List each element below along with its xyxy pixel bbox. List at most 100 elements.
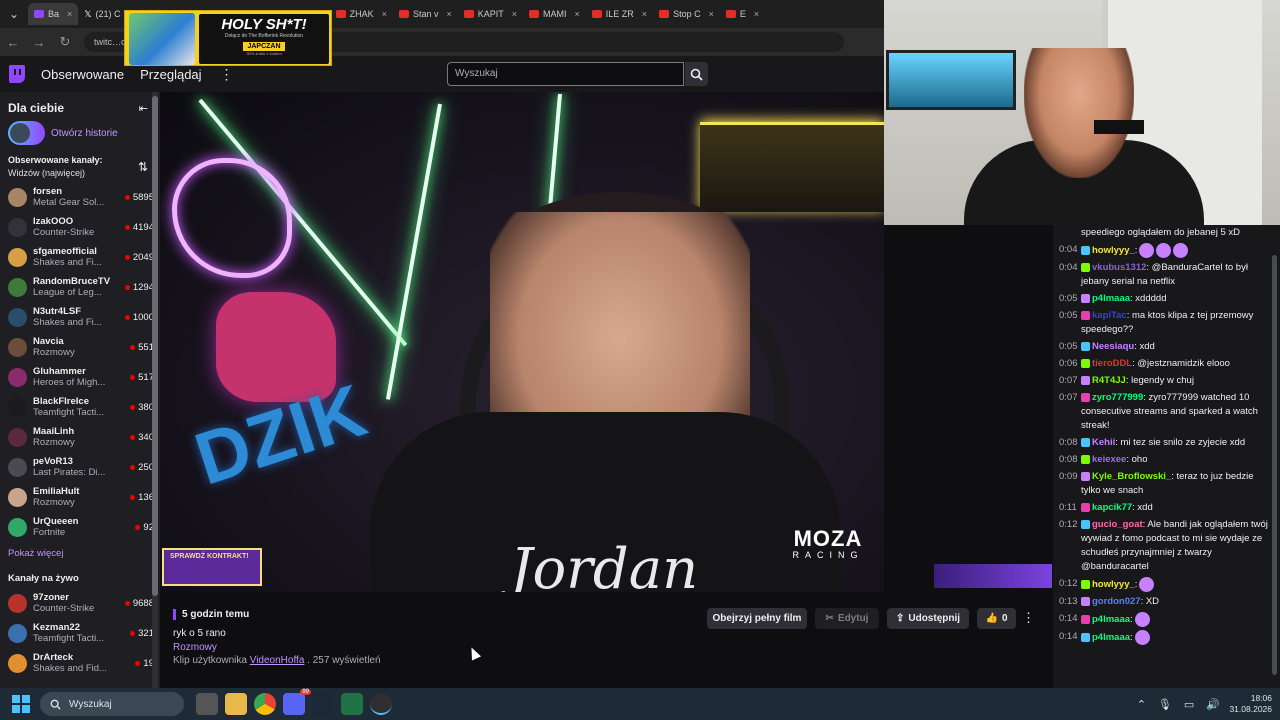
followed-sort-label: Widzów (najwięcej) bbox=[8, 168, 86, 178]
live-dot-icon bbox=[130, 434, 136, 440]
browser-tab[interactable]: Stan v × bbox=[393, 3, 458, 25]
sidebar-scrollbar[interactable] bbox=[152, 92, 158, 688]
avatar bbox=[8, 307, 27, 327]
chat-username[interactable]: p4lmaaa bbox=[1092, 614, 1130, 625]
close-tab-icon[interactable]: × bbox=[382, 9, 387, 19]
sidebar-channel[interactable]: forsen Metal Gear Sol... 5895 bbox=[0, 182, 160, 212]
sidebar-channel[interactable]: Kezman22 Teamfight Tacti... 321 bbox=[0, 618, 160, 648]
discord-icon[interactable]: 99 bbox=[283, 689, 311, 715]
browser-tab[interactable]: KAPIT × bbox=[458, 3, 523, 25]
chat-text: speediego oglądałem do jebanej 5 xD bbox=[1081, 227, 1240, 238]
close-tab-icon[interactable]: × bbox=[754, 9, 759, 19]
collapse-sidebar-icon[interactable]: ⇤ bbox=[139, 102, 148, 115]
stories-button[interactable]: Otwórz historie bbox=[0, 115, 160, 145]
browser-tab[interactable]: ILE ZR × bbox=[586, 3, 653, 25]
search-input[interactable]: Wyszukaj bbox=[447, 62, 684, 86]
chat-username[interactable]: gucio_goat bbox=[1092, 519, 1143, 530]
close-tab-icon[interactable]: × bbox=[446, 9, 451, 19]
twitch-logo-icon[interactable] bbox=[9, 65, 25, 83]
chat-username[interactable]: Kyle_Broflowski_ bbox=[1092, 471, 1171, 482]
chat-username[interactable]: zyro777999 bbox=[1092, 392, 1143, 403]
volume-icon[interactable]: 🔊 bbox=[1206, 698, 1220, 711]
chat-scrollbar[interactable] bbox=[1272, 255, 1277, 675]
taskbar-clock[interactable]: 18:06 31.08.2026 bbox=[1229, 693, 1272, 715]
sidebar-channel[interactable]: RandomBruceTV League of Leg... 1294 bbox=[0, 272, 160, 302]
video-player[interactable]: DZIK Jordan bbox=[160, 92, 884, 592]
sidebar-channel[interactable]: peVoR13 Last Pirates: Di... 250 bbox=[0, 452, 160, 482]
chat-username[interactable]: vkubus1312 bbox=[1092, 262, 1146, 273]
more-options-icon[interactable]: ⋮ bbox=[220, 66, 234, 83]
watch-full-button[interactable]: Obejrzyj pełny film bbox=[707, 608, 807, 629]
chat-username[interactable]: R4T4JJ bbox=[1092, 375, 1126, 386]
live-dot-icon bbox=[130, 630, 136, 636]
microphone-icon[interactable]: 🎙 bbox=[1158, 698, 1172, 711]
clock-time: 18:06 bbox=[1250, 693, 1272, 703]
browser-tab[interactable]: MAMI × bbox=[523, 3, 586, 25]
nav-following[interactable]: Obserwowane bbox=[41, 67, 124, 82]
close-tab-icon[interactable]: × bbox=[642, 9, 647, 19]
chat-username[interactable]: Neesiaqu bbox=[1092, 341, 1134, 352]
sidebar-channel[interactable]: Navcia Rozmowy 551 bbox=[0, 332, 160, 362]
tab-search-icon[interactable]: ⌄ bbox=[0, 0, 28, 28]
chat-username[interactable]: tieroDDL bbox=[1092, 358, 1132, 369]
close-tab-icon[interactable]: × bbox=[512, 9, 517, 19]
browser-tab[interactable]: E × bbox=[720, 3, 765, 25]
excel-icon[interactable] bbox=[341, 693, 363, 715]
sidebar-channel[interactable]: 97zoner Counter-Strike 9688 bbox=[0, 588, 160, 618]
chat-username[interactable]: gordon027 bbox=[1092, 596, 1141, 607]
clip-author-link[interactable]: VideonHoffa bbox=[250, 655, 305, 666]
windows-start-icon[interactable] bbox=[12, 695, 30, 713]
chat-badge-icon bbox=[1081, 376, 1090, 385]
sidebar-channel[interactable]: EmiliaHult Rozmowy 136 bbox=[0, 482, 160, 512]
chat-username[interactable]: p4lmaaa bbox=[1092, 632, 1130, 643]
reload-icon[interactable]: ↻ bbox=[52, 34, 78, 50]
sidebar-channel[interactable]: Gluhammer Heroes of Migh... 517 bbox=[0, 362, 160, 392]
sidebar-channel[interactable]: BlackFIreIce Teamfight Tacti... 380 bbox=[0, 392, 160, 422]
nav-browse[interactable]: Przeglądaj bbox=[140, 67, 201, 82]
sidebar-channel[interactable]: MaaiLinh Rozmowy 340 bbox=[0, 422, 160, 452]
obs-icon[interactable] bbox=[370, 693, 392, 715]
browser-tab[interactable]: Stop C × bbox=[653, 3, 720, 25]
edit-button[interactable]: ✂ Edytuj bbox=[815, 608, 879, 629]
taskbar-search[interactable]: Wyszukaj bbox=[40, 692, 184, 716]
sidebar-channel[interactable]: sfgameofficial Shakes and Fi... 2049 bbox=[0, 242, 160, 272]
folder-icon[interactable] bbox=[225, 693, 247, 715]
chat-message: 0:05 kapiTac: ma ktos klipa z tej przemow… bbox=[1053, 308, 1280, 339]
sidebar-channel[interactable]: UrQueeen Fortnite 92 bbox=[0, 512, 160, 542]
chevron-up-icon[interactable]: ⌃ bbox=[1137, 698, 1146, 711]
avatar bbox=[8, 367, 27, 387]
steam-icon[interactable] bbox=[312, 693, 334, 715]
clip-category[interactable]: Rozmowy bbox=[173, 642, 217, 653]
show-more-link[interactable]: Pokaż więcej bbox=[0, 542, 160, 565]
close-tab-icon[interactable]: × bbox=[709, 9, 714, 19]
back-icon[interactable]: ← bbox=[0, 35, 26, 50]
sidebar-channel[interactable]: DrArteck Shakes and Fid... 19 bbox=[0, 648, 160, 678]
chrome-icon[interactable] bbox=[254, 693, 276, 715]
chat-body: gucio_goat: Ale bandi jak oglądałem twój… bbox=[1081, 518, 1274, 574]
network-icon[interactable]: ▭ bbox=[1184, 698, 1194, 711]
chat-username[interactable]: p4lmaaa bbox=[1092, 293, 1130, 304]
emote-icon bbox=[1139, 243, 1155, 258]
close-tab-icon[interactable]: × bbox=[67, 9, 72, 19]
like-button[interactable]: 👍 0 bbox=[977, 608, 1016, 629]
chat-username[interactable]: keiexee bbox=[1092, 454, 1126, 465]
share-button[interactable]: ⇪ Udostępnij bbox=[887, 608, 969, 629]
sidebar-channel[interactable]: IzakOOO Counter-Strike 4194 bbox=[0, 212, 160, 242]
channel-text: Kezman22 Teamfight Tacti... bbox=[33, 622, 130, 644]
file-manager-icon[interactable] bbox=[196, 693, 218, 715]
chat-username[interactable]: kapiTac bbox=[1092, 310, 1127, 321]
chat-username[interactable]: Kehii bbox=[1092, 437, 1115, 448]
sort-icon[interactable]: ⇅ bbox=[138, 160, 148, 174]
more-options-icon[interactable]: ⋮ bbox=[1022, 610, 1035, 626]
browser-tab[interactable]: ZHAK × bbox=[330, 3, 393, 25]
close-tab-icon[interactable]: × bbox=[575, 9, 580, 19]
search-button[interactable] bbox=[685, 62, 708, 86]
chat-message: 0:05 Neesiaqu: xdd bbox=[1053, 339, 1280, 356]
chat-username[interactable]: howlyyy_ bbox=[1092, 245, 1135, 256]
chat-username[interactable]: kapcik77 bbox=[1092, 502, 1132, 513]
browser-tab[interactable]: Ba × bbox=[28, 3, 79, 25]
forward-icon[interactable]: → bbox=[26, 35, 52, 50]
chat-username[interactable]: howlyyy_ bbox=[1092, 579, 1135, 590]
chat-message: 0:12 gucio_goat: Ale bandi jak oglądałem … bbox=[1053, 517, 1280, 576]
sidebar-channel[interactable]: N3utr4LSF Shakes and Fi... 1000 bbox=[0, 302, 160, 332]
